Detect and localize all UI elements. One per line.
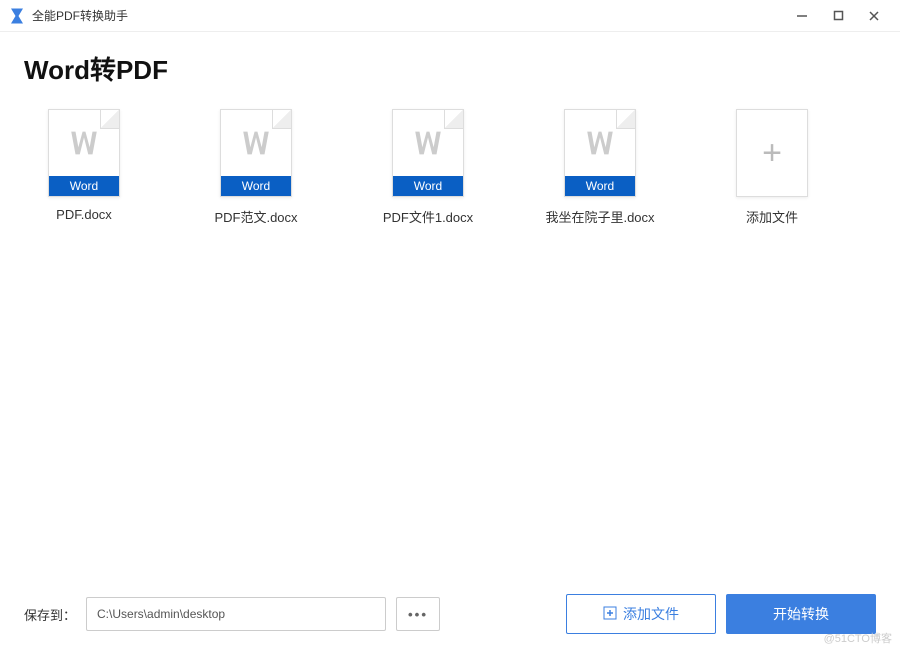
save-path-input[interactable] xyxy=(86,597,386,631)
maximize-button[interactable] xyxy=(820,0,856,32)
start-convert-button[interactable]: 开始转换 xyxy=(726,594,876,634)
file-item[interactable]: Word PDF范文.docx xyxy=(196,109,316,226)
watermark: @51CTO博客 xyxy=(824,630,892,646)
file-item[interactable]: Word PDF文件1.docx xyxy=(368,109,488,226)
file-name: PDF文件1.docx xyxy=(353,207,503,226)
word-file-icon: Word xyxy=(392,109,464,197)
word-file-icon: Word xyxy=(220,109,292,197)
save-to-label: 保存到： xyxy=(24,605,76,624)
plus-icon: + xyxy=(736,109,808,197)
add-file-label: 添加文件 xyxy=(697,207,847,226)
add-file-card[interactable]: + 添加文件 xyxy=(712,109,832,226)
browse-button[interactable]: ••• xyxy=(396,597,440,631)
add-file-plus-icon xyxy=(603,606,617,623)
file-item[interactable]: Word 我坐在院子里.docx xyxy=(540,109,660,226)
app-title: 全能PDF转换助手 xyxy=(32,7,128,24)
app-logo-icon xyxy=(8,7,26,25)
file-name: PDF.docx xyxy=(9,207,159,222)
minimize-button[interactable] xyxy=(784,0,820,32)
file-item[interactable]: Word PDF.docx xyxy=(24,109,144,226)
word-file-icon: Word xyxy=(564,109,636,197)
file-name: 我坐在院子里.docx xyxy=(525,207,675,226)
file-area: Word PDF.docx Word PDF范文.docx Word PDF文件… xyxy=(0,99,900,519)
bottom-bar: 保存到： ••• 添加文件 开始转换 xyxy=(0,578,900,650)
add-file-button[interactable]: 添加文件 xyxy=(566,594,716,634)
close-button[interactable] xyxy=(856,0,892,32)
titlebar: 全能PDF转换助手 xyxy=(0,0,900,32)
file-name: PDF范文.docx xyxy=(181,207,331,226)
page-title: Word转PDF xyxy=(0,32,900,99)
word-file-icon: Word xyxy=(48,109,120,197)
